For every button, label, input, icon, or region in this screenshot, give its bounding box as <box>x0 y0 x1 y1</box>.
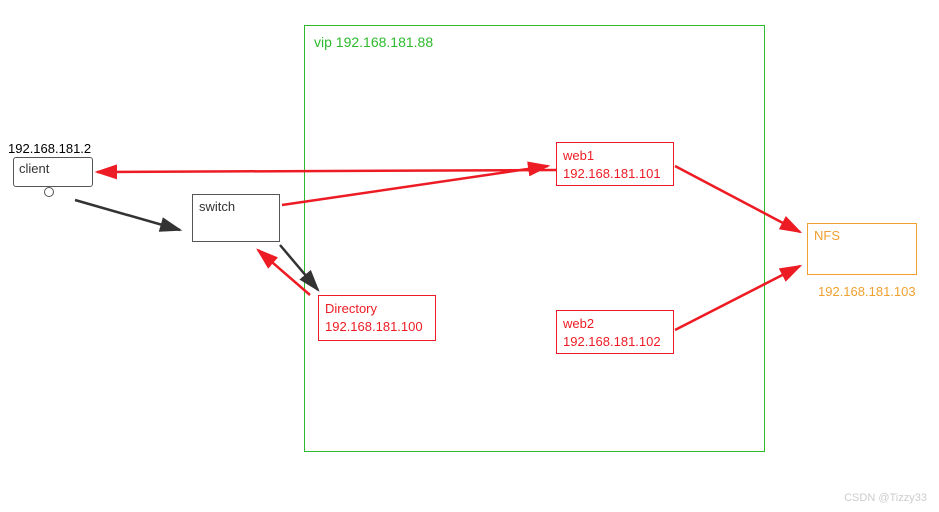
arrow-client-switch <box>75 200 180 230</box>
arrow-directory-switch <box>258 250 310 295</box>
web2-node: web2 192.168.181.102 <box>556 310 674 354</box>
web1-label: web1 <box>563 147 667 165</box>
client-node: client <box>13 157 93 187</box>
directory-label: Directory <box>325 300 429 318</box>
directory-ip: 192.168.181.100 <box>325 318 429 336</box>
switch-label: switch <box>199 199 235 214</box>
web1-node: web1 192.168.181.101 <box>556 142 674 186</box>
client-label: client <box>19 161 49 176</box>
nfs-ip-label: 192.168.181.103 <box>818 284 916 299</box>
switch-node: switch <box>192 194 280 242</box>
directory-node: Directory 192.168.181.100 <box>318 295 436 341</box>
nfs-label: NFS <box>814 228 910 243</box>
nfs-node: NFS <box>807 223 917 275</box>
web2-label: web2 <box>563 315 667 333</box>
vip-title: vip 192.168.181.88 <box>314 34 433 50</box>
monitor-stand-icon <box>44 187 54 197</box>
web2-ip: 192.168.181.102 <box>563 333 667 351</box>
client-ip-label: 192.168.181.2 <box>8 141 91 156</box>
vip-container <box>304 25 765 452</box>
web1-ip: 192.168.181.101 <box>563 165 667 183</box>
watermark: CSDN @Tizzy33 <box>844 492 927 504</box>
